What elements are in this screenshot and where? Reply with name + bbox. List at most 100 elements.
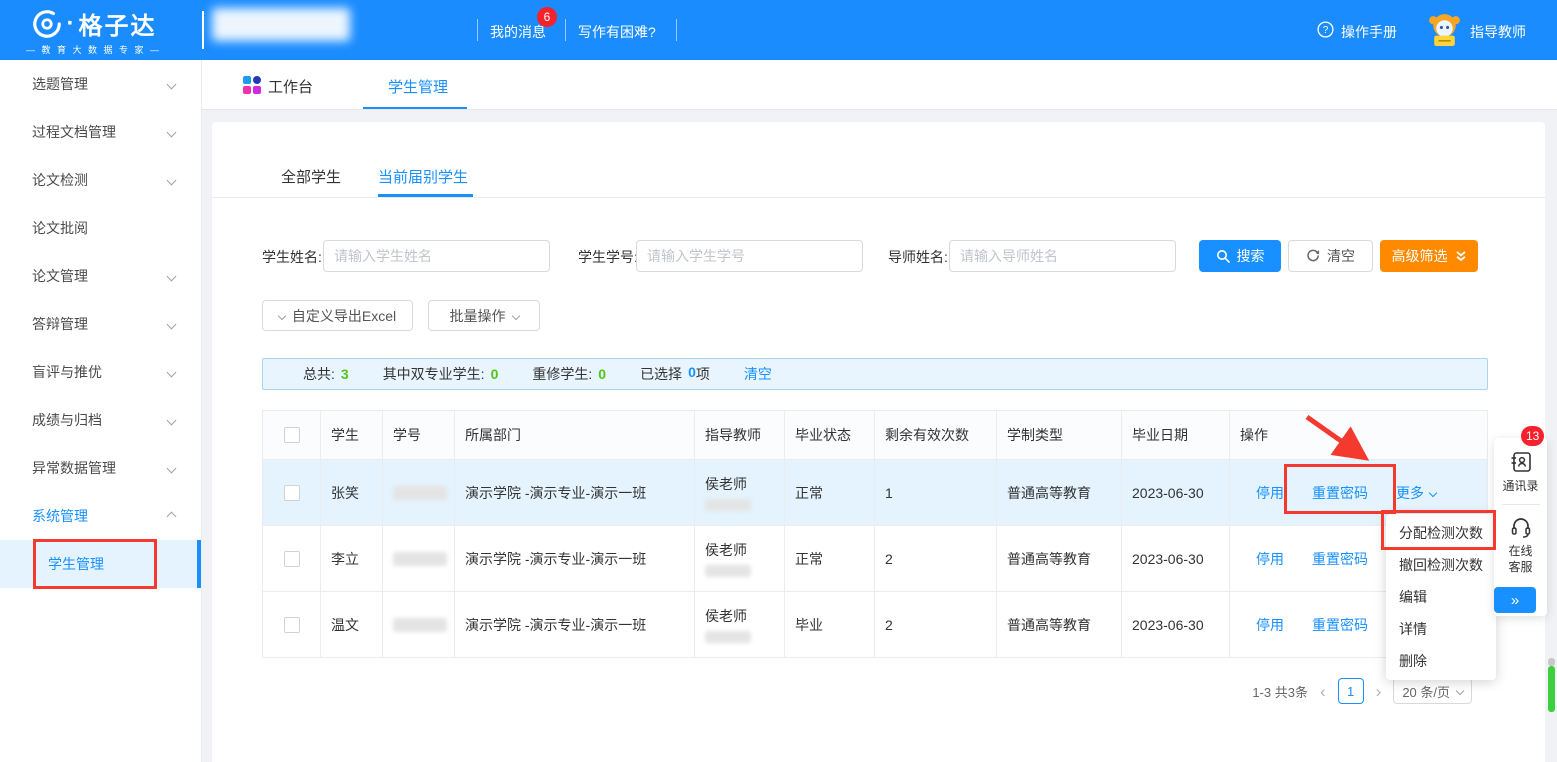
- headset-icon[interactable]: [1509, 515, 1533, 539]
- sidebar-item-student-management[interactable]: 学生管理: [0, 540, 201, 588]
- sidebar-item-topic-management[interactable]: 选题管理: [0, 60, 201, 108]
- online-service-label[interactable]: 在线客服: [1508, 543, 1532, 575]
- chevron-down-icon: [167, 463, 177, 473]
- my-messages-link[interactable]: 我的消息: [490, 22, 546, 42]
- scrollbar-track: [1548, 658, 1555, 666]
- redacted-school-name: [212, 8, 350, 41]
- sidebar-item-abnormal-data[interactable]: 异常数据管理: [0, 444, 201, 492]
- subtab-current-students[interactable]: 当前届别学生: [378, 166, 468, 187]
- workbench-grid-icon: [243, 76, 261, 94]
- search-button[interactable]: 搜索: [1199, 240, 1281, 272]
- disable-link[interactable]: 停用: [1256, 549, 1284, 569]
- sidebar-item-paper-check[interactable]: 论文检测: [0, 156, 201, 204]
- more-actions-menu: 分配检测次数 撤回检测次数 编辑 详情 删除: [1386, 514, 1496, 680]
- sidebar-item-label: 盲评与推优: [32, 362, 102, 382]
- sidebar-item-process-docs[interactable]: 过程文档管理: [0, 108, 201, 156]
- double-major-value: 0: [491, 366, 499, 382]
- batch-actions-button[interactable]: 批量操作: [428, 300, 540, 331]
- advisor-link[interactable]: 指导教师: [1470, 22, 1526, 42]
- sidebar-item-blind-review[interactable]: 盲评与推优: [0, 348, 201, 396]
- sidebar-item-label: 过程文档管理: [32, 122, 116, 142]
- student-id-input[interactable]: [636, 240, 863, 272]
- prev-page-button[interactable]: ‹: [1320, 683, 1326, 700]
- col-grad-status: 毕业状态: [795, 425, 851, 445]
- menu-item-details[interactable]: 详情: [1386, 613, 1496, 645]
- question-icon: ?: [1317, 21, 1334, 38]
- collapse-panel-button[interactable]: »: [1494, 587, 1536, 613]
- reset-password-link[interactable]: 重置密码: [1312, 615, 1368, 635]
- scrollbar-thumb[interactable]: [1548, 666, 1555, 712]
- export-excel-button[interactable]: 自定义导出Excel: [262, 300, 413, 331]
- summary-bar: 总共:3 其中双专业学生:0 重修学生:0 已选择0项 清空: [262, 358, 1488, 390]
- more-link[interactable]: 更多: [1396, 483, 1436, 503]
- logo-icon: [31, 8, 63, 40]
- sidebar-item-label: 异常数据管理: [32, 458, 116, 478]
- chevron-down-icon: [278, 311, 286, 319]
- disable-link[interactable]: 停用: [1256, 483, 1284, 503]
- menu-item-edit[interactable]: 编辑: [1386, 581, 1496, 613]
- reset-password-link[interactable]: 重置密码: [1312, 549, 1368, 569]
- clear-button[interactable]: 清空: [1288, 240, 1373, 272]
- sidebar-item-label: 成绩与归档: [32, 410, 102, 430]
- page-number[interactable]: 1: [1338, 678, 1364, 704]
- advanced-filter-button[interactable]: 高级筛选: [1380, 240, 1478, 272]
- refresh-icon: [1306, 249, 1320, 263]
- col-student-id: 学号: [393, 425, 421, 445]
- chevron-down-icon: [167, 127, 177, 137]
- header-divider: [676, 19, 677, 41]
- menu-item-delete[interactable]: 删除: [1386, 645, 1496, 677]
- workspace-tabbar: 工作台 学生管理: [202, 60, 1557, 110]
- chevron-down-icon: [1456, 687, 1464, 695]
- tab-workbench[interactable]: 工作台: [268, 76, 313, 97]
- select-all-checkbox[interactable]: [284, 427, 300, 443]
- table-row: 温文 演示学院 -演示专业-演示一班 侯老师 毕业 2 普通高等教育 2023-…: [263, 591, 1487, 657]
- row-checkbox[interactable]: [284, 551, 300, 567]
- next-page-button[interactable]: ›: [1376, 683, 1382, 700]
- contacts-label[interactable]: 通讯录: [1502, 478, 1538, 494]
- app-logo[interactable]: · 格子达 — 教 育 大 数 据 专 家 —: [26, 6, 161, 56]
- tab-student-management[interactable]: 学生管理: [388, 76, 448, 97]
- student-name-label: 学生姓名:: [262, 247, 322, 267]
- selected-label: 已选择: [640, 364, 682, 384]
- header-divider: [477, 19, 478, 41]
- student-name-input[interactable]: [323, 240, 550, 272]
- manual-link[interactable]: 操作手册: [1341, 22, 1397, 42]
- sidebar-item-paper-review[interactable]: 论文批阅: [0, 204, 201, 252]
- sidebar-item-defense-management[interactable]: 答辩管理: [0, 300, 201, 348]
- row-checkbox[interactable]: [284, 485, 300, 501]
- col-student: 学生: [331, 425, 359, 445]
- subtab-all-students[interactable]: 全部学生: [281, 166, 341, 187]
- redacted-text: [705, 631, 751, 643]
- retake-value: 0: [598, 366, 606, 382]
- col-grad-date: 毕业日期: [1132, 425, 1188, 445]
- writing-help-link[interactable]: 写作有困难?: [578, 22, 656, 42]
- redacted-student-id: [393, 618, 447, 632]
- chevron-down-icon: [167, 415, 177, 425]
- messages-badge: 6: [537, 7, 557, 27]
- row-checkbox[interactable]: [284, 617, 300, 633]
- sidebar-item-grades-archive[interactable]: 成绩与归档: [0, 396, 201, 444]
- chevron-down-icon: [167, 79, 177, 89]
- disable-link[interactable]: 停用: [1256, 615, 1284, 635]
- menu-item-revoke-checks[interactable]: 撤回检测次数: [1386, 549, 1496, 581]
- sidebar-item-label: 选题管理: [32, 74, 88, 94]
- page-size-select[interactable]: 20 条/页: [1393, 678, 1472, 704]
- advisor-name-input[interactable]: [949, 240, 1176, 272]
- total-label: 总共:: [303, 364, 335, 384]
- sidebar-item-paper-management[interactable]: 论文管理: [0, 252, 201, 300]
- logo-tagline: — 教 育 大 数 据 专 家 —: [26, 43, 161, 56]
- menu-item-assign-checks[interactable]: 分配检测次数: [1386, 517, 1496, 549]
- clear-selection-link[interactable]: 清空: [744, 364, 772, 384]
- contacts-book-icon[interactable]: [1509, 450, 1533, 474]
- reset-password-link[interactable]: 重置密码: [1312, 483, 1368, 503]
- chevron-down-icon: [167, 319, 177, 329]
- svg-text:?: ?: [1323, 25, 1329, 36]
- top-header: · 格子达 — 教 育 大 数 据 专 家 — 我的消息 6 写作有困难? ? …: [0, 0, 1557, 60]
- double-chevron-down-icon: [1455, 250, 1467, 262]
- notification-badge: 13: [1521, 426, 1544, 446]
- sidebar-item-system-management[interactable]: 系统管理: [0, 492, 201, 540]
- logo-dot: ·: [67, 10, 75, 38]
- sidebar-item-label: 系统管理: [32, 506, 88, 526]
- table-row: 张笑 演示学院 -演示专业-演示一班 侯老师 正常 1 普通高等教育 2023-…: [263, 459, 1487, 525]
- sidebar-item-label: 论文批阅: [32, 218, 88, 238]
